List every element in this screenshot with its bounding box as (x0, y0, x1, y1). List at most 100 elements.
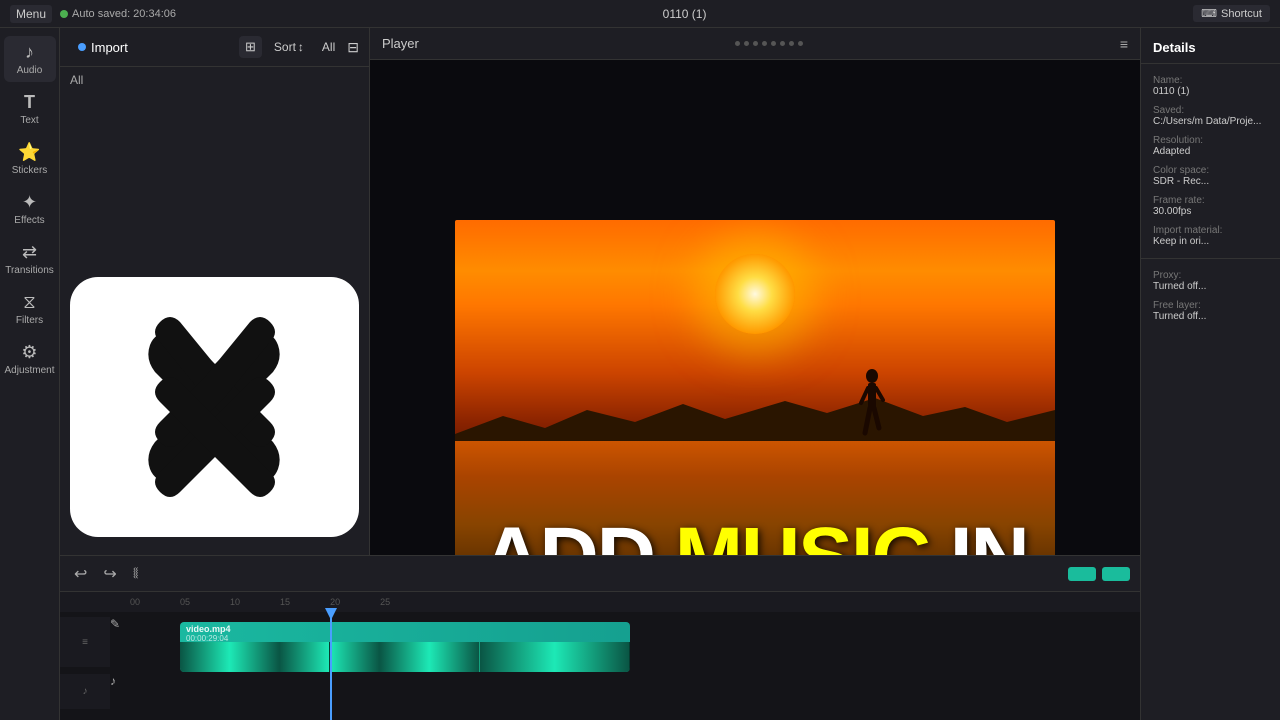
effects-icon: ✦ (22, 192, 37, 213)
detail-saved: Saved: C:/Users/m Data/Proje... (1141, 102, 1280, 130)
person-silhouette (857, 368, 887, 448)
keyboard-icon: ⌨ (1201, 7, 1217, 20)
video-thumb-2 (330, 642, 480, 672)
video-track-side-controls: ≡ (60, 617, 110, 667)
video-thumb-3 (480, 642, 630, 672)
timeline-content: 00 05 10 15 20 25 ✎ video.mp4 00:00:29:0… (60, 592, 1140, 720)
player-header: Player ≡ (370, 28, 1140, 60)
capcut-logo-wrapper (70, 277, 359, 537)
detail-import-material-value: Keep in ori... (1153, 236, 1268, 247)
undo-button[interactable]: ↩ (70, 562, 91, 586)
transitions-label: Transitions (5, 265, 54, 276)
detail-frame-rate: Frame rate: 30.00fps (1141, 192, 1280, 220)
filter-icon[interactable]: ⊟ (347, 39, 359, 56)
player-dot (789, 41, 794, 46)
ruler-tick-00: 00 (130, 597, 140, 607)
shortcut-label: Shortcut (1221, 8, 1262, 20)
media-controls: ⊞ Sort ↕ All ⊟ (239, 36, 359, 58)
detail-free-layer-label: Free layer: (1153, 300, 1268, 311)
audio-track-side-controls: ♪ (60, 674, 110, 709)
media-panel-header: Import ⊞ Sort ↕ All ⊟ (60, 28, 369, 67)
player-label: Player (382, 36, 419, 51)
detail-resolution-label: Resolution: (1153, 135, 1268, 146)
video-frame (455, 220, 1055, 560)
top-bar-right: ⌨ Shortcut (1193, 5, 1270, 22)
video-track-row: ✎ video.mp4 00:00:29:04 (110, 617, 1140, 631)
audio-label: Audio (17, 65, 43, 76)
tool-stickers[interactable]: ⭐ Stickers (4, 136, 56, 182)
playhead[interactable] (330, 612, 332, 720)
tool-transitions[interactable]: ⇄ Transitions (4, 236, 56, 282)
all-filter-button[interactable]: All (316, 37, 341, 57)
shortcut-button[interactable]: ⌨ Shortcut (1193, 5, 1270, 22)
detail-resolution-value: Adapted (1153, 146, 1268, 157)
video-thumb-1 (180, 642, 330, 672)
timeline-toolbar: ↩ ↪ ⧛ (60, 556, 1140, 592)
detail-color-space-value: SDR - Rec... (1153, 176, 1268, 187)
detail-frame-rate-label: Frame rate: (1153, 195, 1268, 206)
player-dot (744, 41, 749, 46)
video-track-label: video.mp4 (186, 624, 231, 634)
detail-proxy-label: Proxy: (1153, 270, 1268, 281)
ruler-tick-05: 05 (180, 597, 190, 607)
auto-saved-status: Auto saved: 20:34:06 (60, 8, 176, 20)
detail-color-space: Color space: SDR - Rec... (1141, 162, 1280, 190)
import-button[interactable]: Import (70, 37, 136, 58)
sort-icon: ↕ (298, 40, 304, 54)
timeline-ruler: 00 05 10 15 20 25 (60, 592, 1140, 612)
tools-sidebar: ♪ Audio T Text ⭐ Stickers ✦ Effects ⇄ Tr… (0, 28, 60, 720)
player-dots (735, 41, 803, 46)
redo-button[interactable]: ↪ (99, 562, 120, 586)
player-menu-button[interactable]: ≡ (1120, 36, 1128, 52)
project-title: 0110 (1) (663, 7, 707, 21)
details-title: Details (1141, 36, 1280, 64)
media-tabs: All (60, 67, 369, 93)
timeline-area: ↩ ↪ ⧛ 00 05 10 15 20 25 ✎ video.mp4 (60, 555, 1140, 720)
player-dot (780, 41, 785, 46)
auto-saved-text: Auto saved: 20:34:06 (72, 8, 176, 20)
tool-effects[interactable]: ✦ Effects (4, 186, 56, 232)
capcut-logo-svg (115, 307, 315, 507)
teal-control-1[interactable] (1068, 567, 1096, 581)
detail-proxy: Proxy: Turned off... (1141, 267, 1280, 295)
detail-import-material-label: Import material: (1153, 225, 1268, 236)
stickers-label: Stickers (12, 165, 48, 176)
import-label: Import (91, 40, 128, 55)
video-track-thumbs (180, 642, 630, 672)
stickers-icon: ⭐ (18, 142, 40, 163)
detail-saved-label: Saved: (1153, 105, 1268, 116)
audio-track-row: ♪ bome & Arya - One More Try (feat. imal… (110, 674, 1140, 688)
menu-button[interactable]: Menu (10, 5, 52, 23)
grid-view-button[interactable]: ⊞ (239, 36, 262, 58)
sort-button[interactable]: Sort ↕ (268, 37, 310, 57)
player-dot (753, 41, 758, 46)
ruler-tick-20: 20 (330, 597, 340, 607)
filters-icon: ⧖ (23, 292, 36, 313)
audio-icon: ♪ (25, 42, 34, 63)
text-icon: T (24, 92, 35, 113)
teal-control-2[interactable] (1102, 567, 1130, 581)
import-dot (78, 43, 86, 51)
detail-resolution: Resolution: Adapted (1141, 132, 1280, 160)
split-button[interactable]: ⧛ (129, 563, 143, 585)
filters-label: Filters (16, 315, 43, 326)
video-track[interactable]: video.mp4 00:00:29:04 (180, 622, 630, 672)
sort-label: Sort (274, 40, 296, 54)
detail-name-label: Name: (1153, 75, 1268, 86)
text-label: Text (20, 115, 38, 126)
effects-label: Effects (14, 215, 44, 226)
adjustment-label: Adjustment (4, 365, 54, 376)
tool-adjustment[interactable]: ⚙ Adjustment (4, 336, 56, 382)
video-sun (715, 254, 795, 334)
detail-color-space-label: Color space: (1153, 165, 1268, 176)
detail-free-layer: Free layer: Turned off... (1141, 297, 1280, 325)
player-dot (798, 41, 803, 46)
top-bar-left: Menu Auto saved: 20:34:06 (10, 5, 176, 23)
tool-filters[interactable]: ⧖ Filters (4, 286, 56, 332)
detail-frame-rate-value: 30.00fps (1153, 206, 1268, 217)
detail-import-material: Import material: Keep in ori... (1141, 222, 1280, 250)
adjustment-icon: ⚙ (21, 342, 37, 363)
tool-text[interactable]: T Text (4, 86, 56, 132)
tool-audio[interactable]: ♪ Audio (4, 36, 56, 82)
detail-saved-value: C:/Users/m Data/Proje... (1153, 116, 1268, 127)
